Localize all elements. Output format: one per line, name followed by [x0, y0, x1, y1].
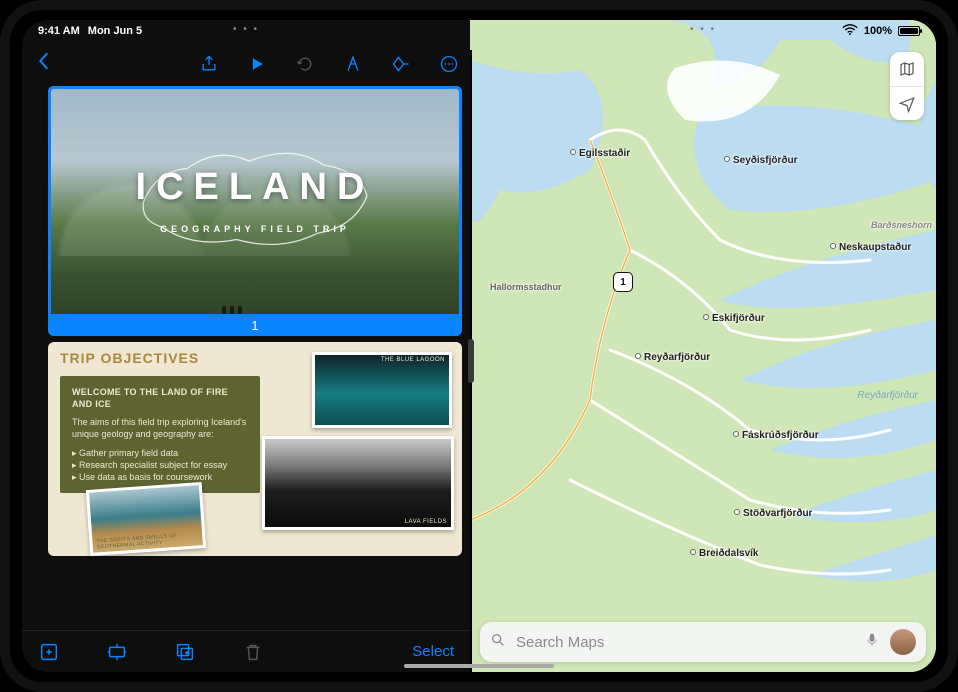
add-slide-icon[interactable]	[38, 641, 60, 663]
duplicate-slide-icon[interactable]	[174, 641, 196, 663]
play-icon[interactable]	[246, 53, 268, 75]
place-bardsneshorn: Barðsneshorn	[871, 220, 932, 230]
place-stodvarfjordur[interactable]: Stöðvarfjörður	[734, 508, 812, 519]
screen: 9:41 AM Mon Jun 5 100%	[22, 20, 936, 672]
slide-thumbnail-1[interactable]: ICELAND GEOGRAPHY FIELD TRIP 1	[48, 86, 462, 336]
undo-icon[interactable]	[294, 53, 316, 75]
slide2-photo-lagoon: THE BLUE LAGOON	[312, 352, 452, 428]
place-neskaupstadur[interactable]: Neskaupstaður	[830, 242, 911, 253]
slide2-bullet: Research specialist subject for essay	[72, 459, 248, 471]
place-breiddalsvik[interactable]: Breiðdalsvík	[690, 548, 758, 559]
slide2-text-panel: WELCOME TO THE LAND OF FIRE AND ICE The …	[60, 376, 260, 493]
slide-navigator[interactable]: ICELAND GEOGRAPHY FIELD TRIP 1 TRIP OBJE…	[22, 82, 470, 630]
slide2-panel-intro: The aims of this field trip exploring Ic…	[72, 416, 248, 440]
place-reydarfjordur[interactable]: Reyðarfjörður	[635, 352, 710, 363]
select-button[interactable]: Select	[412, 643, 454, 660]
place-egilsstadir[interactable]: Egilsstaðir	[570, 148, 630, 159]
maps-app-pane[interactable]: 1 Egilsstaðir Seyðisfjörður Neskaupstaðu…	[470, 20, 936, 672]
back-button[interactable]	[32, 52, 56, 76]
slide2-panel-title: WELCOME TO THE LAND OF FIRE AND ICE	[72, 386, 248, 410]
slide2-bullet: Gather primary field data	[72, 447, 248, 459]
dictation-icon[interactable]	[864, 630, 880, 655]
slide1-title: ICELAND	[48, 166, 462, 209]
slide2-photo-lava: LAVA FIELDS	[262, 436, 454, 530]
split-view-divider[interactable]	[470, 50, 472, 672]
place-hallormsstadhur[interactable]: Hallormsstadhur	[490, 282, 562, 292]
place-eskifjordur[interactable]: Eskifjörður	[703, 313, 765, 324]
slide-thumbnail-2[interactable]: TRIP OBJECTIVES WELCOME TO THE LAND OF F…	[48, 342, 462, 556]
search-placeholder: Search Maps	[516, 634, 854, 651]
share-icon[interactable]	[198, 53, 220, 75]
map-canvas[interactable]	[470, 20, 936, 672]
keynote-toolbar	[22, 46, 470, 82]
map-controls	[890, 52, 924, 120]
maps-search-bar[interactable]: Search Maps	[480, 622, 926, 662]
ipad-device-frame: 9:41 AM Mon Jun 5 100%	[0, 0, 958, 692]
slide1-subtitle: GEOGRAPHY FIELD TRIP	[48, 224, 462, 234]
locate-me-button[interactable]	[890, 86, 924, 120]
delete-slide-icon[interactable]	[242, 641, 264, 663]
slide2-photo-geothermal: THE SIGHTS AND SMELLS OF GEOTHERMAL ACTI…	[86, 482, 206, 556]
route-badge-1[interactable]: 1	[613, 272, 633, 292]
place-seydisfjordur[interactable]: Seyðisfjörður	[724, 155, 797, 166]
format-brush-icon[interactable]	[342, 53, 364, 75]
sea-label-reydarfjordur: Reyðarfjörður	[857, 390, 918, 401]
place-faskrudsfjordur[interactable]: Fáskrúðsfjörður	[733, 430, 819, 441]
animate-icon[interactable]	[390, 53, 412, 75]
keynote-app-pane: ICELAND GEOGRAPHY FIELD TRIP 1 TRIP OBJE…	[22, 20, 470, 672]
slide2-bullet: Use data as basis for coursework	[72, 471, 248, 483]
slide2-header: TRIP OBJECTIVES	[60, 350, 199, 366]
profile-avatar[interactable]	[890, 629, 916, 655]
presenter-display-icon[interactable]	[106, 641, 128, 663]
search-icon	[490, 632, 506, 653]
home-indicator[interactable]	[404, 664, 554, 668]
slide-number-badge: 1	[48, 314, 462, 336]
map-mode-button[interactable]	[890, 52, 924, 86]
more-icon[interactable]	[438, 53, 460, 75]
keynote-bottom-bar: Select	[22, 630, 470, 672]
